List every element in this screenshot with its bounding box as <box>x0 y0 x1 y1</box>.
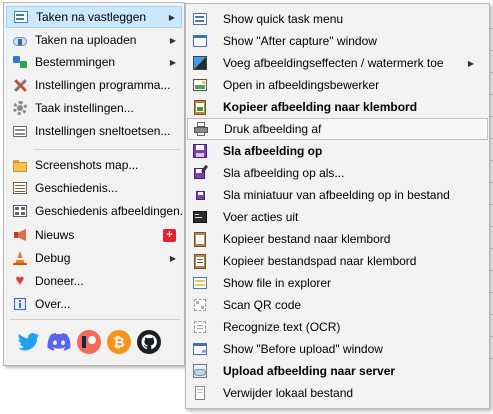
submenu-item-copy-image-clipboard[interactable]: Kopieer afbeelding naar klembord <box>187 96 488 118</box>
menu-item-history[interactable]: Geschiedenis... <box>6 177 182 199</box>
menu-item-upload-tasks[interactable]: Taken na uploaden ▶ <box>6 29 182 51</box>
submenu-item-print-image[interactable]: Druk afbeelding af <box>187 118 488 140</box>
destinations-icon <box>12 54 28 70</box>
chevron-right-icon: ▶ <box>467 58 475 68</box>
github-icon[interactable] <box>137 330 161 354</box>
submenu-item-recognize-text[interactable]: Recognize text (OCR) <box>187 316 488 338</box>
submenu-item-save-image[interactable]: Sla afbeelding op <box>187 140 488 162</box>
tools-icon <box>12 77 28 93</box>
chevron-right-icon: ▶ <box>169 253 177 263</box>
ocr-icon <box>192 319 208 335</box>
menu-item-screenshots-folder[interactable]: Screenshots map... <box>6 154 182 176</box>
menu-item-image-history[interactable]: Geschiedenis afbeeldingen... <box>6 200 182 222</box>
menu-item-hotkey-settings[interactable]: Instellingen sneltoetsen... <box>6 120 182 142</box>
submenu-item-delete-local-file[interactable]: Verwijder lokaal bestand <box>187 382 488 404</box>
before-upload-icon <box>192 341 208 357</box>
info-icon <box>12 296 28 312</box>
clipboard-path-icon <box>192 253 208 269</box>
news-badge: + <box>163 228 176 242</box>
save-icon <box>192 143 208 159</box>
menu-separator <box>10 319 180 320</box>
menu-item-destinations[interactable]: Bestemmingen ▶ <box>6 51 182 73</box>
social-links: ₿ <box>17 330 161 358</box>
window-icon <box>192 33 208 49</box>
submenu-item-upload-image-server[interactable]: Upload afbeelding naar server <box>187 360 488 382</box>
menu-item-task-settings[interactable]: Taak instellingen... <box>6 97 182 119</box>
submenu-item-perform-actions[interactable]: Voer acties uit <box>187 206 488 228</box>
capture-tasks-submenu: Show quick task menu Show "After capture… <box>185 3 490 409</box>
chevron-right-icon: ▶ <box>169 35 177 45</box>
patreon-icon[interactable] <box>77 330 101 354</box>
submenu-item-show-in-explorer[interactable]: Show file in explorer <box>187 272 488 294</box>
terminal-icon <box>192 209 208 225</box>
menu-item-debug[interactable]: Debug ▶ <box>6 247 182 269</box>
submenu-item-save-image-as[interactable]: Sla afbeelding op als... <box>187 162 488 184</box>
megaphone-icon <box>12 227 28 243</box>
menu-separator <box>34 149 180 150</box>
upload-cloud-icon <box>12 32 28 48</box>
quick-task-icon <box>192 11 208 27</box>
folder-icon <box>12 157 28 173</box>
chevron-right-icon: ▶ <box>168 12 176 22</box>
clipboard-image-icon <box>192 99 208 115</box>
upload-server-icon <box>192 363 208 379</box>
printer-icon <box>193 121 209 137</box>
save-thumbnail-icon <box>192 187 208 203</box>
heart-icon: ♥ <box>15 272 25 289</box>
gear-icon <box>12 100 28 116</box>
submenu-item-scan-qr-code[interactable]: Scan QR code <box>187 294 488 316</box>
menu-item-news[interactable]: Nieuws + <box>6 224 182 246</box>
submenu-item-save-thumbnail[interactable]: Sla miniatuur van afbeelding op in besta… <box>187 184 488 206</box>
submenu-item-before-upload-window[interactable]: Show "Before upload" window <box>187 338 488 360</box>
twitter-icon[interactable] <box>17 330 41 354</box>
image-history-icon <box>12 203 28 219</box>
menu-item-donate[interactable]: ♥ Doneer... <box>6 270 182 292</box>
submenu-item-quick-task-menu[interactable]: Show quick task menu <box>187 8 488 30</box>
menu-item-application-settings[interactable]: Instellingen programma... <box>6 74 182 96</box>
submenu-item-open-image-editor[interactable]: Open in afbeeldingsbewerker <box>187 74 488 96</box>
tray-context-menu: Taken na vastleggen ▶ Taken na uploaden … <box>3 2 185 366</box>
submenu-item-copy-filepath-clipboard[interactable]: Kopieer bestandspad naar klembord <box>187 250 488 272</box>
capture-tasks-icon <box>13 9 29 25</box>
delete-file-icon <box>192 385 208 401</box>
clipboard-file-icon <box>192 231 208 247</box>
image-editor-icon <box>192 77 208 93</box>
submenu-item-image-effects[interactable]: Voeg afbeeldingseffecten / watermerk toe… <box>187 52 488 74</box>
qr-code-icon <box>192 297 208 313</box>
explorer-icon <box>192 275 208 291</box>
effects-icon <box>192 55 208 71</box>
bitcoin-icon[interactable]: ₿ <box>107 330 131 354</box>
menu-item-about[interactable]: Over... <box>6 293 182 315</box>
save-as-icon <box>192 164 209 181</box>
keyboard-icon <box>12 123 28 139</box>
history-icon <box>12 180 28 196</box>
discord-icon[interactable] <box>47 330 71 354</box>
menu-item-capture-tasks[interactable]: Taken na vastleggen ▶ <box>6 6 182 28</box>
traffic-cone-icon <box>12 250 28 266</box>
submenu-item-after-capture-window[interactable]: Show "After capture" window <box>187 30 488 52</box>
chevron-right-icon: ▶ <box>169 57 177 67</box>
submenu-item-copy-file-clipboard[interactable]: Kopieer bestand naar klembord <box>187 228 488 250</box>
